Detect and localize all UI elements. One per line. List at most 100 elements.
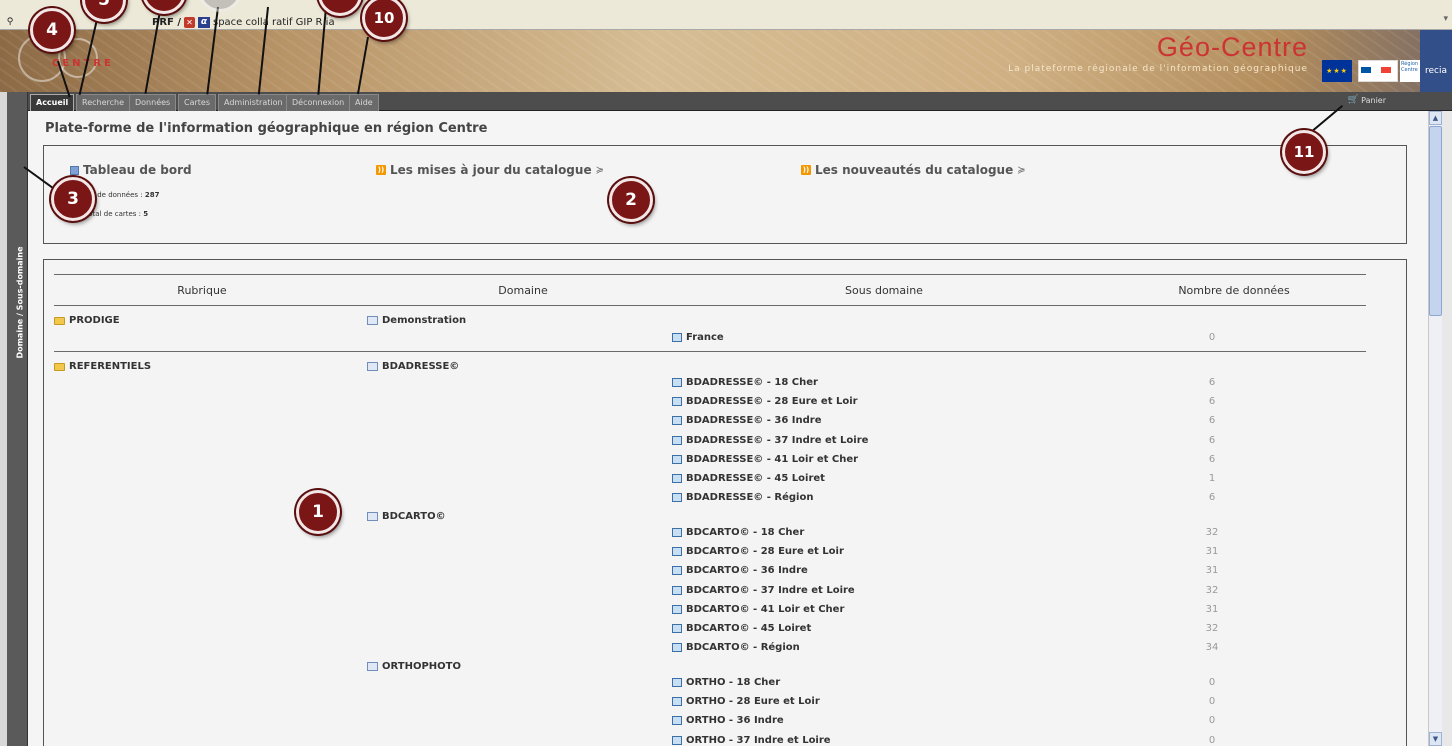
alpha-icon: α [198, 16, 210, 28]
sous-domaine-row[interactable]: BDADRESSE© - 45 Loiret [672, 473, 825, 484]
sous-domaine-row[interactable]: ORTHO - 37 Indre et Loire [672, 735, 831, 746]
recia-logo: recia [1420, 30, 1452, 92]
tab-aide[interactable]: Aide [349, 94, 379, 111]
column-header-nombre: Nombre de données [1178, 284, 1290, 297]
tab-donnees[interactable]: Données [129, 94, 177, 111]
close-icon[interactable]: ✕ [184, 16, 195, 28]
subdomain-icon [672, 474, 682, 483]
data-count: 0 [1208, 715, 1216, 726]
data-count: 6 [1208, 454, 1216, 465]
data-count: 34 [1205, 642, 1219, 653]
tab-cartes[interactable]: Cartes [178, 94, 217, 111]
catalogue-updates-link[interactable]: )) Les mises à jour du catalogue ≽ [376, 163, 604, 177]
sous-domaine-row[interactable]: ORTHO - 36 Indre [672, 715, 784, 726]
browser-tab-1[interactable]: ⚲ [4, 14, 16, 30]
cart-button[interactable]: 🛒 Panier [1348, 95, 1386, 105]
rss-icon: )) [801, 165, 811, 175]
domain-icon [367, 512, 378, 521]
subdomain-icon [672, 547, 682, 556]
sous-domaine-row[interactable]: BDCARTO© - 36 Indre [672, 565, 808, 576]
sous-domaine-row[interactable]: ORTHO - 18 Cher [672, 677, 780, 688]
sous-domaine-row[interactable]: BDADRESSE© - 37 Indre et Loire [672, 435, 868, 446]
domaine-bdadresse[interactable]: BDADRESSE© [367, 361, 459, 372]
subdomain-icon [672, 605, 682, 614]
sous-domaine-row[interactable]: BDADRESSE© - Région [672, 492, 813, 503]
dashboard-icon [70, 165, 79, 175]
sous-domaine-france[interactable]: France [672, 332, 724, 343]
subdomain-icon [672, 455, 682, 464]
sous-domaine-row[interactable]: BDCARTO© - Région [672, 642, 800, 653]
annotation-badge-2: 2 [609, 178, 653, 222]
tab-deconnexion[interactable]: Déconnexion [286, 94, 351, 111]
cart-icon: 🛒 [1347, 95, 1360, 105]
folder-icon [54, 316, 65, 325]
data-count: 6 [1208, 435, 1216, 446]
data-count: 6 [1208, 377, 1216, 388]
folder-icon [54, 362, 65, 371]
main-nav: Accueil Recherche Données Cartes Adminis… [28, 92, 1452, 111]
subdomain-icon [672, 333, 682, 342]
subdomain-icon [672, 528, 682, 537]
subdomain-icon [672, 643, 682, 652]
data-count: 0 [1208, 332, 1216, 343]
scroll-up-icon[interactable]: ▲ [1429, 111, 1442, 125]
rss-icon: )) [376, 165, 386, 175]
sidebar-label: Domaine / Sous-domaine [15, 246, 25, 359]
data-count: 31 [1205, 546, 1219, 557]
data-count: 0 [1208, 735, 1216, 746]
vertical-scrollbar[interactable]: ▲ ▼ [1428, 111, 1442, 746]
window-right-edge [1442, 111, 1452, 746]
subdomain-icon [672, 586, 682, 595]
column-header-domaine: Domaine [498, 284, 548, 297]
tab-administration[interactable]: Administration [218, 94, 289, 111]
chevron-down-icon[interactable]: ≽ [1017, 165, 1025, 176]
window-left-edge [0, 92, 7, 746]
sous-domaine-row[interactable]: BDADRESSE© - 41 Loir et Cher [672, 454, 858, 465]
site-subtitle: La plateforme régionale de l'information… [1008, 64, 1308, 74]
subdomain-icon [672, 378, 682, 387]
sous-domaine-row[interactable]: BDCARTO© - 45 Loiret [672, 623, 811, 634]
data-count: 32 [1205, 527, 1219, 538]
sous-domaine-row[interactable]: BDCARTO© - 37 Indre et Loire [672, 585, 855, 596]
data-count: 6 [1208, 415, 1216, 426]
subdomain-icon [672, 397, 682, 406]
domain-icon [367, 662, 378, 671]
sous-domaine-row[interactable]: BDCARTO© - 28 Eure et Loir [672, 546, 844, 557]
annotation-badge-1: 1 [296, 490, 340, 534]
sous-domaine-row[interactable]: ORTHO - 28 Eure et Loir [672, 696, 820, 707]
scroll-down-icon[interactable]: ▼ [1429, 732, 1442, 746]
data-count: 32 [1205, 585, 1219, 596]
subdomain-icon [672, 678, 682, 687]
page-icon: ⚲ [6, 16, 14, 27]
sous-domaine-row[interactable]: BDADRESSE© - 18 Cher [672, 377, 818, 388]
domaine-bdcarto[interactable]: BDCARTO© [367, 511, 446, 522]
catalogue-news-link[interactable]: )) Les nouveautés du catalogue ≽ [801, 163, 1026, 177]
subdomain-icon [672, 566, 682, 575]
data-count: 6 [1208, 492, 1216, 503]
sous-domaine-row[interactable]: BDADRESSE© - 36 Indre [672, 415, 822, 426]
scroll-thumb[interactable] [1429, 126, 1442, 316]
domaine-demonstration[interactable]: Demonstration [367, 315, 466, 326]
dashboard-title: Tableau de bord [70, 163, 192, 177]
page-title: Plate-forme de l'information géographiqu… [45, 121, 488, 136]
data-count: 32 [1205, 623, 1219, 634]
french-republic-logo-icon [1358, 60, 1398, 82]
subdomain-icon [672, 697, 682, 706]
sous-domaine-row[interactable]: BDCARTO© - 18 Cher [672, 527, 804, 538]
subdomain-icon [672, 736, 682, 745]
site-banner: CENTRE Géo-Centre La plateforme régional… [0, 30, 1452, 92]
annotation-badge-4: 4 [30, 8, 74, 52]
sous-domaine-row[interactable]: BDCARTO© - 41 Loir et Cher [672, 604, 844, 615]
chevron-down-icon[interactable]: ≽ [596, 165, 604, 176]
eu-flag-icon: ★★★ [1322, 60, 1352, 82]
domain-sidebar-toggle[interactable]: Domaine / Sous-domaine [7, 92, 28, 746]
domain-icon [367, 316, 378, 325]
sous-domaine-row[interactable]: BDADRESSE© - 28 Eure et Loir [672, 396, 858, 407]
site-title: Géo-Centre [1156, 32, 1308, 62]
domain-table: Rubrique Domaine Sous domaine Nombre de … [43, 259, 1407, 746]
tab-recherche[interactable]: Recherche [76, 94, 131, 111]
rubrique-prodige[interactable]: PRODIGE [54, 315, 120, 326]
rubrique-referentiels[interactable]: REFERENTIELS [54, 361, 151, 372]
domaine-orthophoto[interactable]: ORTHOPHOTO [367, 661, 461, 672]
tab-list-chevron-icon[interactable]: ▾ [1443, 14, 1448, 24]
